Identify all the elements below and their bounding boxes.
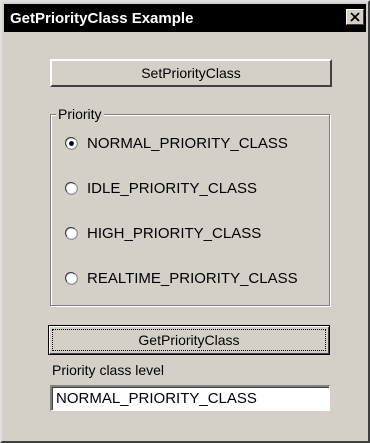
- window-title: GetPriorityClass Example: [10, 10, 194, 27]
- dialog-window: GetPriorityClass Example SetPriorityClas…: [0, 0, 370, 443]
- priority-level-field[interactable]: NORMAL_PRIORITY_CLASS: [50, 385, 330, 411]
- radio-label: IDLE_PRIORITY_CLASS: [87, 180, 258, 197]
- radio-button-icon[interactable]: [65, 227, 78, 240]
- close-button[interactable]: [346, 9, 364, 25]
- get-priority-class-button[interactable]: GetPriorityClass: [48, 325, 330, 355]
- priority-groupbox: Priority NORMAL_PRIORITY_CLASS IDLE_PRIO…: [50, 106, 330, 306]
- priority-group-legend: Priority: [56, 106, 104, 122]
- get-priority-class-label: GetPriorityClass: [138, 332, 240, 348]
- radio-button-icon[interactable]: [65, 272, 78, 285]
- close-icon: [350, 12, 360, 22]
- radio-label: HIGH_PRIORITY_CLASS: [87, 225, 262, 242]
- radio-button-icon[interactable]: [65, 182, 78, 195]
- title-bar[interactable]: GetPriorityClass Example: [4, 4, 366, 32]
- radio-button-icon[interactable]: [65, 137, 78, 150]
- priority-level-label: Priority class level: [52, 362, 165, 378]
- radio-label: NORMAL_PRIORITY_CLASS: [87, 135, 288, 152]
- set-priority-class-button[interactable]: SetPriorityClass: [50, 59, 332, 87]
- radio-label: REALTIME_PRIORITY_CLASS: [87, 270, 298, 287]
